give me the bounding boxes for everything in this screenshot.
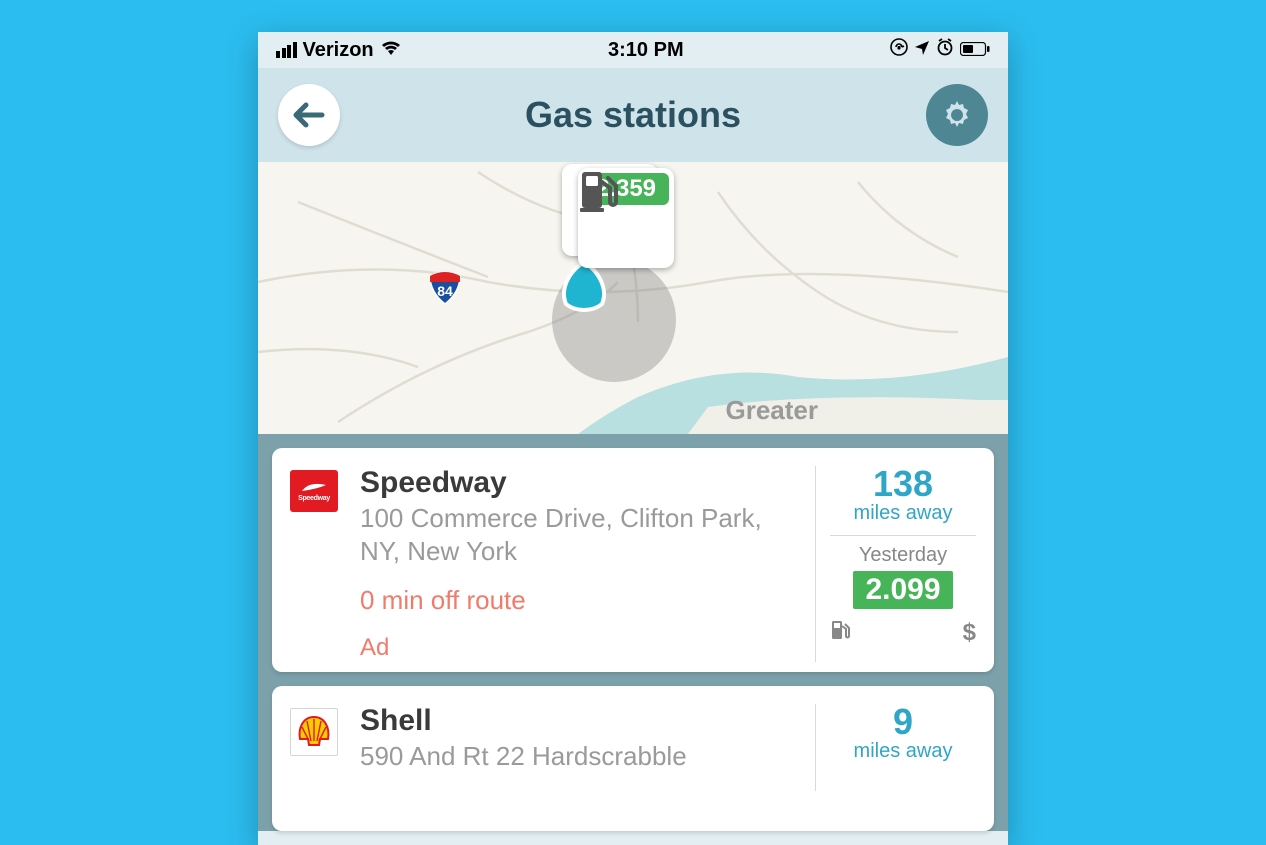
- distance-unit: miles away: [854, 740, 953, 763]
- station-card[interactable]: Speedway Speedway 100 Commerce Drive, Cl…: [272, 448, 994, 672]
- station-name: Speedway: [360, 466, 803, 500]
- gear-icon: [941, 99, 973, 131]
- dollar-icon: $: [963, 619, 976, 648]
- orientation-lock-icon: [890, 38, 908, 62]
- distance-value: 9: [893, 704, 913, 740]
- off-route-label: 0 min off route: [360, 585, 803, 616]
- status-left: Verizon: [276, 39, 402, 62]
- station-logo-speedway: Speedway: [290, 466, 342, 662]
- price-updated: Yesterday: [859, 544, 947, 567]
- arrow-left-icon: [292, 101, 326, 129]
- status-right: [890, 38, 990, 62]
- signal-icon: [276, 42, 297, 58]
- location-icon: [914, 39, 930, 62]
- station-address: 100 Commerce Drive, Clifton Park, NY, Ne…: [360, 502, 803, 567]
- alarm-icon: [936, 38, 954, 62]
- station-right: 9 miles away: [816, 704, 976, 791]
- status-time: 3:10 PM: [608, 39, 684, 62]
- pump-small-icon: [830, 619, 850, 648]
- gas-price: 2.099: [853, 571, 952, 609]
- gas-pump-icon: [583, 205, 669, 263]
- wifi-icon: [380, 39, 402, 62]
- carrier-label: Verizon: [303, 39, 374, 62]
- station-main: Shell 590 And Rt 22 Hardscrabble: [360, 704, 816, 791]
- user-location-marker: [552, 258, 676, 382]
- map-region-label: Greater: [726, 395, 819, 426]
- station-address: 590 And Rt 22 Hardscrabble: [360, 740, 803, 773]
- status-bar: Verizon 3:10 PM: [258, 32, 1008, 68]
- page-title: Gas stations: [525, 94, 741, 136]
- station-card[interactable]: Shell 590 And Rt 22 Hardscrabble 9 miles…: [272, 686, 994, 831]
- station-right: 138 miles away Yesterday 2.099 $: [816, 466, 976, 662]
- gas-price-marker[interactable]: 2.359: [578, 168, 674, 268]
- distance-value: 138: [873, 466, 933, 502]
- phone-frame: Verizon 3:10 PM: [258, 32, 1008, 845]
- station-main: Speedway 100 Commerce Drive, Clifton Par…: [360, 466, 816, 662]
- header-bar: Gas stations: [258, 68, 1008, 162]
- ad-label: Ad: [360, 634, 803, 662]
- svg-text:84: 84: [437, 283, 453, 299]
- settings-button[interactable]: [926, 84, 988, 146]
- map-view[interactable]: 84 2.359 Greater: [258, 162, 1008, 434]
- battery-icon: [960, 39, 990, 62]
- station-list[interactable]: Speedway Speedway 100 Commerce Drive, Cl…: [258, 434, 1008, 831]
- shell-icon: [295, 713, 333, 751]
- station-name: Shell: [360, 704, 803, 738]
- distance-unit: miles away: [854, 502, 953, 525]
- back-button[interactable]: [278, 84, 340, 146]
- station-logo-shell: [290, 704, 342, 791]
